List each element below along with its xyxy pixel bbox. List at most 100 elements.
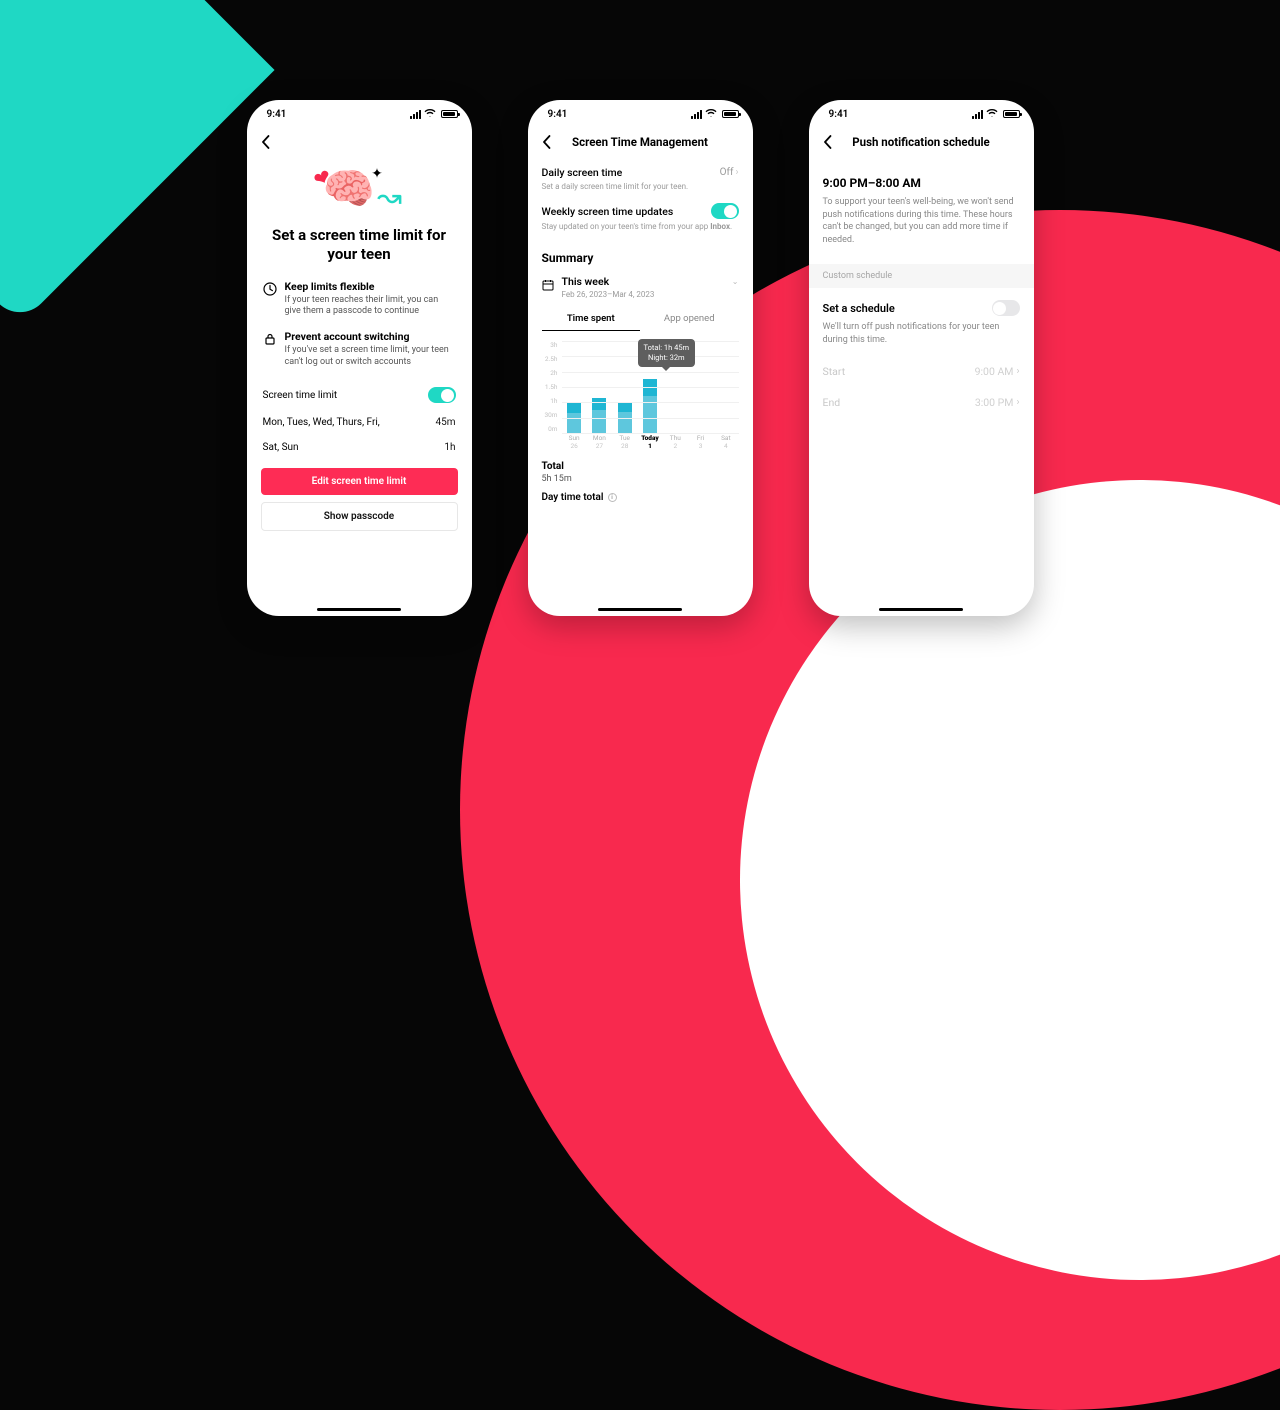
row-label: End (823, 396, 841, 409)
chart-tabs: Time spent App opened (542, 313, 739, 331)
weekend-limit-row[interactable]: Sat, Sun 1h (263, 435, 456, 460)
calendar-icon (542, 276, 554, 288)
daily-screen-time-row[interactable]: Daily screen time Off › (542, 156, 739, 179)
show-passcode-button[interactable]: Show passcode (261, 502, 458, 531)
default-hours-desc: To support your teen's well-being, we wo… (823, 196, 1020, 246)
screen-time-limit-row: Screen time limit (263, 380, 456, 410)
tab-time-spent[interactable]: Time spent (542, 313, 641, 331)
row-label: Mon, Tues, Wed, Thurs, Fri, (263, 417, 380, 428)
set-schedule-desc: We'll turn off push notifications for yo… (823, 321, 1020, 346)
chart-tooltip: Total: 1h 45m Night: 32m (638, 339, 696, 367)
day-total-label: Day time total (542, 492, 604, 503)
row-value: 9:00 AM (975, 365, 1014, 378)
home-indicator[interactable] (879, 608, 963, 612)
status-time: 9:41 (267, 109, 287, 120)
tooltip-night: Night: 32m (644, 353, 690, 363)
start-time-row[interactable]: Start 9:00 AM› (823, 365, 1020, 378)
signal-icon (972, 110, 983, 119)
wifi-icon (424, 108, 436, 120)
signal-icon (410, 110, 421, 119)
feature-title: Prevent account switching (285, 330, 456, 343)
x-axis-label: Tue28 (615, 435, 635, 451)
custom-schedule-header: Custom schedule (809, 264, 1034, 288)
battery-icon (439, 110, 458, 118)
home-indicator[interactable] (598, 608, 682, 612)
nav-bar: Screen Time Management (528, 128, 753, 156)
feature-prevent-switching: Prevent account switching If you've set … (263, 330, 456, 368)
tab-app-opened[interactable]: App opened (640, 313, 739, 331)
row-value: 1h (444, 442, 455, 453)
chevron-right-icon: › (1016, 397, 1019, 408)
chevron-right-icon: › (735, 167, 738, 178)
period-range: Feb 26, 2023–Mar 4, 2023 (562, 290, 739, 299)
row-label: Daily screen time (542, 166, 623, 179)
status-time: 9:41 (548, 109, 568, 120)
status-bar: 9:41 (528, 100, 753, 128)
period-selector[interactable]: This week ⌄ (542, 275, 739, 288)
battery-icon (1001, 110, 1020, 118)
weekday-limit-row[interactable]: Mon, Tues, Wed, Thurs, Fri, 45m (263, 410, 456, 435)
feature-desc: If your teen reaches their limit, you ca… (285, 295, 456, 318)
x-axis-label: Fri3 (691, 435, 711, 451)
summary-heading: Summary (542, 251, 739, 265)
weekly-updates-desc: Stay updated on your teen's time from yo… (542, 222, 739, 231)
x-axis-label: Sun26 (564, 435, 584, 451)
feature-flexible: Keep limits flexible If your teen reache… (263, 280, 456, 318)
battery-icon (720, 110, 739, 118)
desc-text: Stay updated on your teen's time from yo… (542, 222, 711, 231)
page-title: Set a screen time limit for your teen (247, 226, 472, 264)
x-axis-label: Sat4 (716, 435, 736, 451)
x-axis-label: Thu2 (665, 435, 685, 451)
status-bar: 9:41 (247, 100, 472, 128)
set-schedule-row: Set a schedule (823, 300, 1020, 316)
status-bar: 9:41 (809, 100, 1034, 128)
feature-desc: If you've set a screen time limit, your … (285, 345, 456, 368)
page-title: Screen Time Management (528, 135, 753, 149)
row-label: Set a schedule (823, 302, 895, 315)
time-spent-chart: 3h2.5h2h1.5h1h30m0m Total: 1h 45m Night:… (542, 341, 739, 451)
total-value: 5h 15m (542, 474, 739, 484)
day-time-total-row: Day time total i (542, 492, 739, 503)
edit-screen-time-button[interactable]: Edit screen time limit (261, 468, 458, 495)
back-button[interactable] (540, 135, 554, 149)
total-label: Total (542, 461, 739, 472)
screen-time-limit-toggle[interactable] (428, 387, 456, 403)
home-indicator[interactable] (317, 608, 401, 612)
wifi-icon (705, 108, 717, 120)
chevron-right-icon: › (1016, 366, 1019, 377)
status-time: 9:41 (829, 109, 849, 120)
back-button[interactable] (259, 135, 273, 149)
end-time-row[interactable]: End 3:00 PM› (823, 396, 1020, 409)
back-button[interactable] (821, 135, 835, 149)
default-hours: 9:00 PM–8:00 AM (823, 176, 1020, 190)
nav-bar (247, 128, 472, 156)
row-value: 3:00 PM (975, 396, 1014, 409)
page-title: Push notification schedule (809, 135, 1034, 149)
tooltip-total: Total: 1h 45m (644, 343, 690, 353)
row-label: Sat, Sun (263, 442, 299, 453)
weekly-updates-toggle[interactable] (711, 203, 739, 219)
feature-title: Keep limits flexible (285, 280, 456, 293)
clock-icon (263, 281, 277, 295)
row-label: Screen time limit (263, 390, 338, 401)
wifi-icon (986, 108, 998, 120)
x-axis-label: Mon27 (589, 435, 609, 451)
lock-icon (263, 331, 277, 345)
row-label: Start (823, 365, 846, 378)
row-value: Off (720, 167, 734, 178)
phone-1: 9:41 ❤🧠✦↝ Set a screen time limit for yo… (247, 100, 472, 616)
phone-2: 9:41 Screen Time Management Daily screen… (528, 100, 753, 616)
weekly-updates-row: Weekly screen time updates (542, 203, 739, 219)
row-label: Weekly screen time updates (542, 205, 674, 218)
info-icon[interactable]: i (608, 493, 617, 502)
set-schedule-toggle[interactable] (992, 300, 1020, 316)
chevron-down-icon: ⌄ (732, 277, 739, 286)
daily-screen-time-desc: Set a daily screen time limit for your t… (542, 182, 739, 191)
hero-illustration: ❤🧠✦↝ (247, 162, 472, 218)
inbox-link: Inbox (710, 222, 730, 231)
period-label: This week (562, 275, 610, 288)
phone-3: 9:41 Push notification schedule 9:00 PM–… (809, 100, 1034, 616)
signal-icon (691, 110, 702, 119)
x-axis-label: Today1 (640, 435, 660, 451)
row-value: 45m (435, 417, 455, 428)
